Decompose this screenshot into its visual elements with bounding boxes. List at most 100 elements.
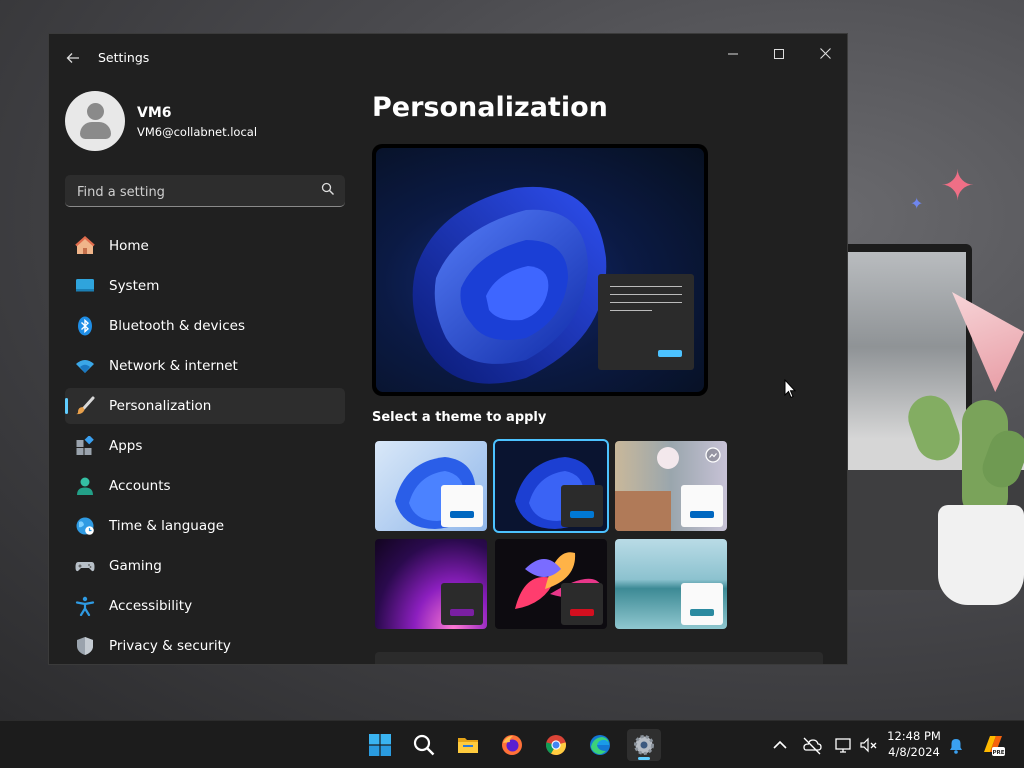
preview-line	[610, 302, 682, 303]
edge-icon	[590, 735, 610, 755]
theme-mini-button	[570, 609, 594, 616]
theme-thumbnail-windows-spotlight[interactable]	[615, 441, 727, 531]
sidebar-item-privacy[interactable]: Privacy & security	[65, 628, 345, 664]
running-indicator	[638, 757, 650, 760]
slideshow-icon	[705, 447, 721, 463]
taskbar-chrome[interactable]	[539, 729, 573, 761]
shield-icon	[77, 637, 93, 655]
wallpaper-pot	[938, 505, 1024, 605]
selection-indicator	[65, 398, 68, 414]
theme-mini-button	[570, 511, 594, 518]
search-icon	[413, 734, 435, 756]
theme-mini-window	[681, 583, 723, 625]
clock[interactable]: 12:48 PM 4/8/2024	[884, 728, 944, 760]
start-icon	[369, 734, 391, 756]
search-input[interactable]	[75, 181, 309, 203]
taskbar-edge[interactable]	[583, 729, 617, 761]
user-name: VM6	[137, 105, 172, 121]
sidebar-item-time-language[interactable]: Time & language	[65, 508, 345, 544]
sidebar-item-system[interactable]: System	[65, 268, 345, 304]
sidebar-item-label: Privacy & security	[109, 638, 231, 654]
preview-button	[658, 350, 682, 357]
globe-icon	[76, 517, 94, 535]
settings-card-partial[interactable]	[375, 652, 823, 664]
theme-thumbnail-windows-light[interactable]	[375, 441, 487, 531]
sidebar-item-bluetooth[interactable]: Bluetooth & devices	[65, 308, 345, 344]
minimize-button[interactable]	[711, 40, 755, 70]
firefox-icon	[502, 735, 522, 755]
theme-thumbnail-flow[interactable]	[615, 539, 727, 629]
copilot-icon[interactable]: PRE	[980, 732, 1006, 758]
avatar[interactable]	[65, 91, 125, 151]
maximize-icon	[774, 49, 784, 59]
onedrive-icon[interactable]	[802, 735, 822, 755]
system-icon	[76, 279, 94, 292]
sidebar-item-label: System	[109, 278, 160, 294]
title-bar[interactable]: Settings	[49, 34, 847, 82]
theme-mini-window	[561, 583, 603, 625]
theme-mini-window	[441, 583, 483, 625]
sidebar-item-gaming[interactable]: Gaming	[65, 548, 345, 584]
user-email: VM6@collabnet.local	[137, 125, 258, 139]
back-arrow-icon	[66, 53, 79, 63]
theme-thumbnail-glow[interactable]	[375, 539, 487, 629]
sparkle-icon: ✦	[940, 161, 976, 210]
sidebar-item-label: Bluetooth & devices	[109, 318, 246, 334]
chevron-up-icon[interactable]	[770, 735, 790, 755]
preview-line	[610, 310, 652, 311]
sidebar-item-label: Time & language	[109, 518, 225, 534]
clock-date: 4/8/2024	[888, 745, 940, 759]
accessibility-icon	[75, 596, 95, 616]
taskbar-file-explorer[interactable]	[451, 729, 485, 761]
sidebar-item-label: Accounts	[109, 478, 171, 494]
mouse-cursor-icon	[784, 379, 796, 399]
search-box[interactable]	[65, 175, 345, 207]
avatar-head	[87, 103, 104, 120]
theme-mini-button	[450, 511, 474, 518]
taskbar-search-button[interactable]	[407, 729, 441, 761]
back-button[interactable]	[63, 48, 83, 68]
sidebar-item-label: Accessibility	[109, 598, 193, 614]
taskbar-firefox[interactable]	[495, 729, 529, 761]
notification-icon[interactable]	[946, 735, 966, 755]
start-button[interactable]	[363, 729, 397, 761]
maximize-button[interactable]	[757, 40, 801, 70]
chrome-icon	[545, 735, 567, 756]
sidebar-item-label: Apps	[109, 438, 143, 454]
theme-mini-window	[561, 485, 603, 527]
volume-icon[interactable]	[858, 735, 878, 755]
network-icon[interactable]	[834, 735, 854, 755]
file-explorer-icon	[458, 738, 478, 753]
sidebar-item-accessibility[interactable]: Accessibility	[65, 588, 345, 624]
taskbar-settings[interactable]	[627, 729, 661, 761]
preview-dialog	[598, 274, 694, 370]
search-icon[interactable]	[321, 182, 335, 196]
avatar-body	[80, 122, 111, 139]
clock-time: 12:48 PM	[887, 729, 941, 743]
theme-thumbnail-captured-motion[interactable]	[495, 539, 607, 629]
preview-wallpaper	[376, 148, 704, 392]
sidebar-nav: Home System Bluetooth & devices Network …	[65, 228, 345, 664]
theme-mini-window	[681, 485, 723, 527]
sidebar-item-apps[interactable]: Apps	[65, 428, 345, 464]
sparkle-icon: ✦	[910, 194, 924, 213]
theme-thumbnail-windows-dark[interactable]	[495, 441, 607, 531]
sidebar-item-label: Personalization	[109, 398, 212, 414]
home-icon	[75, 236, 95, 254]
taskbar: 12:48 PM 4/8/2024 PRE	[0, 720, 1024, 768]
brush-icon	[76, 396, 95, 415]
svg-text:PRE: PRE	[992, 750, 1004, 756]
sidebar-item-home[interactable]: Home	[65, 228, 345, 264]
close-button[interactable]	[803, 40, 847, 70]
sidebar-item-accounts[interactable]: Accounts	[65, 468, 345, 504]
sidebar-item-personalization[interactable]: Personalization	[65, 388, 345, 424]
bluetooth-icon	[78, 316, 92, 336]
controller-icon	[75, 562, 95, 572]
theme-mini-window	[441, 485, 483, 527]
spotlight-blossom	[657, 447, 679, 469]
preview-line	[610, 294, 682, 295]
settings-window: Settings VM6 VM6@collabnet.local Find a …	[48, 33, 848, 665]
sidebar-item-network[interactable]: Network & internet	[65, 348, 345, 384]
minimize-icon	[728, 53, 738, 55]
theme-mini-button	[690, 609, 714, 616]
